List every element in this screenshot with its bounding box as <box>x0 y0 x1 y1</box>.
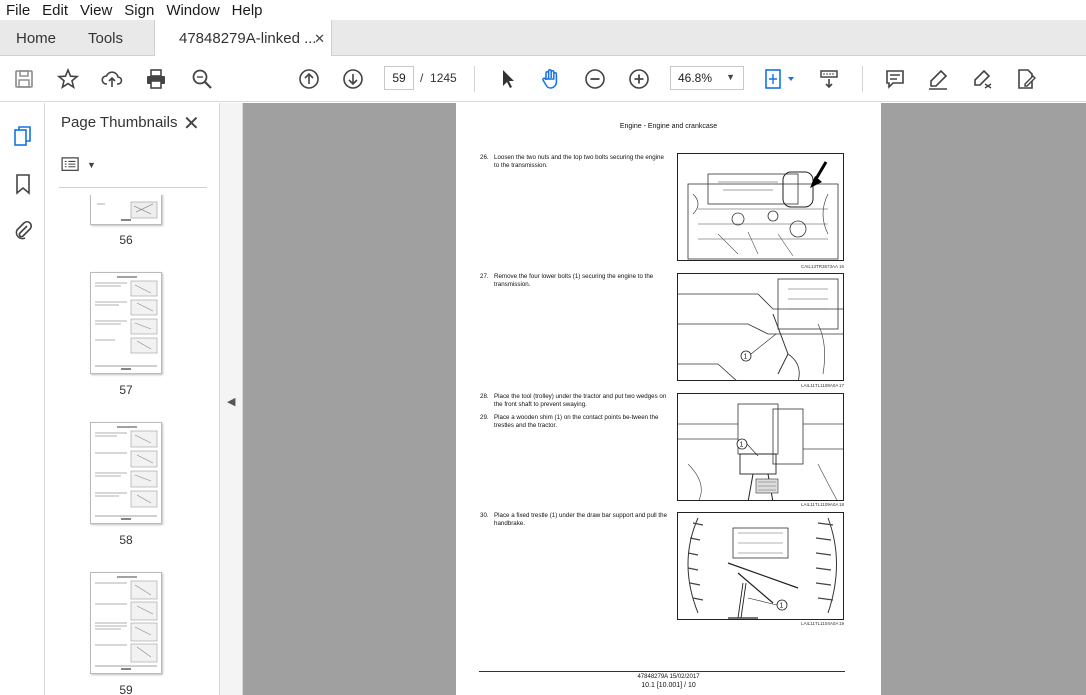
step-text: Place the tool (trolley) under the tract… <box>494 393 667 408</box>
menu-edit[interactable]: Edit <box>36 2 74 19</box>
page-separator: / <box>420 71 424 85</box>
menu-view[interactable]: View <box>74 2 118 19</box>
step-28: 28. Place the tool (trolley) under the t… <box>480 393 668 409</box>
step-text: Place a fixed trestle (1) under the draw… <box>494 512 668 527</box>
page-count: / 1245 <box>420 71 457 85</box>
thumbnail-page-59[interactable] <box>90 572 162 674</box>
thumbnail-options-button[interactable]: ▼ <box>61 155 101 175</box>
toolbar-divider <box>474 66 475 92</box>
attachment-paperclip-icon[interactable] <box>11 218 35 242</box>
zoom-in-icon[interactable] <box>627 67 651 91</box>
footer-doc-date: 47848279A 15/02/2017 <box>637 674 700 680</box>
figure-number: 19 <box>838 621 844 626</box>
zoom-out-icon[interactable] <box>583 67 607 91</box>
step-26: 26. Loosen the two nuts and the top two … <box>480 154 668 170</box>
panel-title: Page Thumbnails <box>61 114 178 131</box>
step-text: Remove the four lower bolts (1) securing… <box>494 273 654 288</box>
fit-page-icon[interactable] <box>762 67 798 91</box>
step-27: 27. Remove the four lower bolts (1) secu… <box>480 273 668 289</box>
step-number: 30. <box>480 512 489 519</box>
list-options-icon <box>61 157 79 171</box>
page-thumbnails-icon[interactable] <box>11 124 35 148</box>
panel-divider <box>59 187 207 188</box>
footer-divider <box>479 671 845 672</box>
tab-document-label: 47848279A-linked ... <box>179 30 317 47</box>
figure-number: 18 <box>838 502 844 507</box>
page-header: Engine - Engine and crankcase <box>619 123 718 130</box>
menu-window[interactable]: Window <box>160 2 225 19</box>
step-number: 29. <box>480 414 489 421</box>
pdf-page: Engine - Engine and crankcase 26. Loosen… <box>456 103 881 695</box>
menu-help[interactable]: Help <box>226 2 269 19</box>
draw-sign-icon[interactable] <box>970 67 994 91</box>
next-page-icon[interactable] <box>341 67 365 91</box>
scroll-mode-icon[interactable] <box>817 67 841 91</box>
bookmark-icon[interactable] <box>11 172 35 196</box>
chevron-down-icon: ▼ <box>726 72 735 82</box>
thumbnail-label-59: 59 <box>119 683 133 695</box>
find-magnifier-icon[interactable] <box>190 67 214 91</box>
panel-collapse-handle[interactable]: ◀ <box>220 103 243 695</box>
page-thumbnails-panel: Page Thumbnails ✕ ▼ 56 57 58 59 <box>45 103 257 695</box>
thumbnail-page-56[interactable] <box>90 195 162 225</box>
menu-bar: File Edit View Sign Window Help <box>0 0 1086 20</box>
zoom-level-select[interactable]: 46.8% ▼ <box>670 66 744 90</box>
star-icon[interactable] <box>56 67 80 91</box>
figure-lower-bolts: 1 <box>677 273 844 381</box>
menu-sign[interactable]: Sign <box>118 2 160 19</box>
hand-tool-icon[interactable] <box>539 67 563 91</box>
thumbnail-label-57: 57 <box>119 383 133 397</box>
step-text: Place a wooden shim (1) on the contact p… <box>494 414 659 429</box>
figure-wooden-shim: 1 <box>677 393 844 501</box>
tab-document[interactable]: 47848279A-linked ... ✕ <box>154 20 332 57</box>
step-number: 26. <box>480 154 489 161</box>
toolbar-divider <box>862 66 863 92</box>
select-cursor-icon[interactable] <box>496 67 520 91</box>
step-number: 28. <box>480 393 489 400</box>
step-text: Loosen the two nuts and the top two bolt… <box>494 154 664 169</box>
figure-code: CAIL13TR3673AA <box>801 264 839 269</box>
page-number-input[interactable]: 59 <box>384 66 414 90</box>
figure-fixed-trestle: 1 <box>677 512 844 620</box>
step-30: 30. Place a fixed trestle (1) under the … <box>480 512 668 528</box>
footer-page-ref: 10.1 [10.001] / 10 <box>641 682 696 689</box>
upload-cloud-icon[interactable] <box>100 67 124 91</box>
svg-text:1: 1 <box>740 442 744 449</box>
print-icon[interactable] <box>144 67 168 91</box>
total-pages: 1245 <box>430 71 457 85</box>
document-viewer[interactable]: Engine - Engine and crankcase 26. Loosen… <box>243 103 1086 695</box>
tab-home[interactable]: Home <box>16 20 56 56</box>
svg-text:1: 1 <box>780 603 784 610</box>
figure-number: 17 <box>838 383 844 388</box>
step-29: 29. Place a wooden shim (1) on the conta… <box>480 414 668 430</box>
tab-bar: Home Tools 47848279A-linked ... ✕ <box>0 20 1086 57</box>
thumbnail-label-58: 58 <box>119 533 133 547</box>
left-rail <box>0 103 45 695</box>
tab-close-icon[interactable]: ✕ <box>314 31 325 47</box>
previous-page-icon[interactable] <box>297 67 321 91</box>
figure-number: 16 <box>838 264 844 269</box>
panel-close-icon[interactable]: ✕ <box>183 111 200 136</box>
edit-pdf-icon[interactable] <box>1014 67 1038 91</box>
tab-tools[interactable]: Tools <box>88 20 123 56</box>
collapse-left-icon: ◀ <box>227 396 236 408</box>
comment-icon[interactable] <box>883 67 907 91</box>
thumbnail-list: 56 57 58 59 <box>45 195 205 695</box>
thumbnail-page-57[interactable] <box>90 272 162 374</box>
menu-file[interactable]: File <box>0 2 36 19</box>
thumbnail-page-58[interactable] <box>90 422 162 524</box>
chevron-down-icon: ▼ <box>87 160 96 170</box>
thumbnail-label-56: 56 <box>119 233 133 247</box>
figure-code: LAIL11TL1104A0A <box>801 621 839 626</box>
figure-code: LAIL11TL1109A0A <box>801 502 839 507</box>
figure-code: LAIL11TL1108A0A <box>801 383 839 388</box>
save-icon[interactable] <box>12 67 36 91</box>
figure-engine-top-bolts <box>677 153 844 261</box>
highlight-pen-icon[interactable] <box>926 67 950 91</box>
step-number: 27. <box>480 273 489 280</box>
svg-text:1: 1 <box>744 354 748 361</box>
zoom-value: 46.8% <box>678 71 713 85</box>
